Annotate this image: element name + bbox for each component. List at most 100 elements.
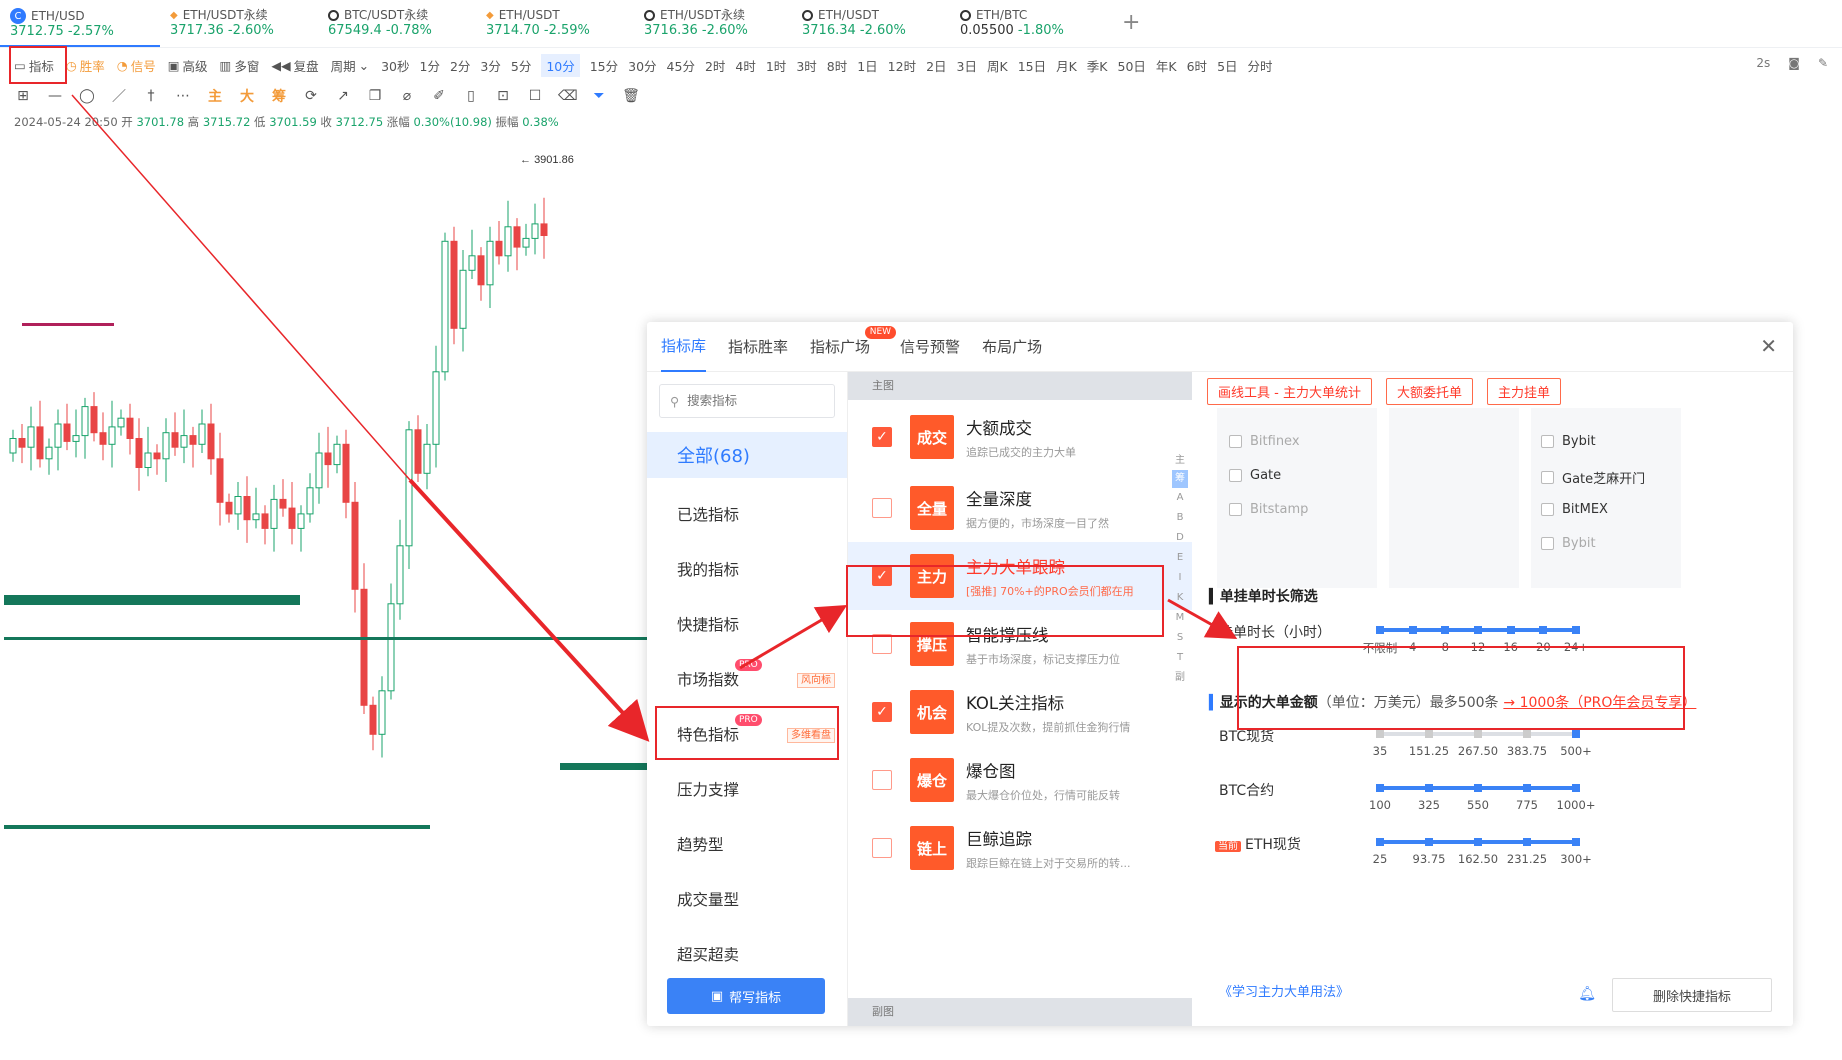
slider-stop[interactable] bbox=[1376, 730, 1384, 738]
search-input[interactable] bbox=[687, 394, 818, 408]
exchange-option[interactable]: Bybit bbox=[1541, 434, 1596, 449]
period-item[interactable]: 3分 bbox=[480, 54, 500, 77]
ticker-tab[interactable]: ◆ ETH/USDT 3714.70 -2.59% bbox=[476, 0, 634, 47]
period-item[interactable]: 8时 bbox=[827, 54, 847, 77]
camera-icon[interactable]: ◙ bbox=[1788, 56, 1800, 70]
category-item[interactable]: 特色指标 PRO 多维看盘 bbox=[647, 706, 847, 761]
exchange-checkbox[interactable] bbox=[1541, 537, 1554, 550]
period-item[interactable]: 45分 bbox=[667, 54, 695, 77]
period-item[interactable]: 30分 bbox=[628, 54, 656, 77]
hline-icon[interactable]: — bbox=[46, 88, 64, 104]
chip-main-orders[interactable]: 主力挂单 bbox=[1486, 378, 1561, 405]
exchange-option[interactable]: Gate bbox=[1229, 468, 1281, 483]
slider-stop[interactable] bbox=[1474, 784, 1482, 792]
category-item[interactable]: 已选指标 bbox=[647, 486, 847, 541]
slider-track[interactable] bbox=[1376, 784, 1580, 792]
category-item[interactable]: 成交量型 bbox=[647, 871, 847, 926]
period-item[interactable]: 15分 bbox=[590, 54, 618, 77]
slider-stop[interactable] bbox=[1425, 784, 1433, 792]
add-tab-icon[interactable]: + bbox=[1108, 0, 1154, 47]
ticker-tab[interactable]: ETH/BTC 0.05500 -1.80% bbox=[950, 0, 1108, 47]
indicator-item[interactable]: 全量 全量深度 据方便的，市场深度一目了然 bbox=[848, 474, 1192, 542]
slider-stop[interactable] bbox=[1572, 784, 1580, 792]
edit-icon[interactable]: ☐ bbox=[526, 88, 544, 104]
indicator-checkbox[interactable]: ✓ bbox=[872, 702, 892, 722]
fib-icon[interactable]: ⟳ bbox=[302, 88, 320, 104]
alpha-index-item[interactable]: 筹 bbox=[1172, 470, 1188, 488]
period-item[interactable]: 30秒 bbox=[381, 54, 409, 77]
alpha-index-item[interactable]: M bbox=[1172, 608, 1188, 628]
period-dropdown[interactable]: 周期 ⌄ bbox=[331, 56, 370, 75]
exchange-checkbox[interactable] bbox=[1229, 469, 1242, 482]
indicator-checkbox[interactable] bbox=[872, 770, 892, 790]
ruler-icon[interactable]: ⌀ bbox=[398, 88, 416, 104]
exchange-option[interactable]: Bybit bbox=[1541, 536, 1596, 551]
period-item[interactable]: 月K bbox=[1056, 54, 1077, 77]
slider-stop[interactable] bbox=[1523, 838, 1531, 846]
slider-stop[interactable] bbox=[1506, 626, 1515, 634]
slider-stop[interactable] bbox=[1441, 626, 1450, 634]
period-item[interactable]: 3日 bbox=[957, 54, 977, 77]
exchange-option[interactable]: Bitfinex bbox=[1229, 434, 1300, 449]
category-item[interactable]: 超买超卖 bbox=[647, 926, 847, 981]
signal-button[interactable]: ◔ 信号 bbox=[117, 56, 156, 75]
alpha-index-item[interactable]: D bbox=[1172, 528, 1188, 548]
pattern-icon[interactable]: ▯ bbox=[462, 88, 480, 104]
delete-shortcut-button[interactable]: 删除快捷指标 bbox=[1612, 978, 1772, 1012]
period-item[interactable]: 6时 bbox=[1187, 54, 1207, 77]
learn-link[interactable]: 《学习主力大单用法》 bbox=[1219, 981, 1349, 1000]
alpha-index-item[interactable]: E bbox=[1172, 548, 1188, 568]
period-item[interactable]: 10分 bbox=[541, 53, 580, 77]
pro-upgrade-link[interactable]: → 1000条（PRO年会员专享） bbox=[1503, 695, 1696, 711]
period-item[interactable]: 2日 bbox=[926, 54, 946, 77]
exchange-checkbox[interactable] bbox=[1541, 503, 1554, 516]
indicator-checkbox[interactable] bbox=[872, 634, 892, 654]
period-item[interactable]: 1日 bbox=[857, 54, 877, 77]
slider-stop[interactable] bbox=[1425, 730, 1433, 738]
measure-icon[interactable]: ↗ bbox=[334, 88, 352, 104]
period-item[interactable]: 5分 bbox=[511, 54, 531, 77]
refresh-interval[interactable]: 2s bbox=[1756, 56, 1770, 70]
alpha-index-item[interactable]: 主 bbox=[1172, 452, 1188, 470]
slider-stop[interactable] bbox=[1376, 626, 1384, 634]
period-item[interactable]: 2分 bbox=[450, 54, 470, 77]
tab-indicator-square[interactable]: 指标广场 NEW bbox=[810, 322, 897, 371]
indicator-checkbox[interactable]: ✓ bbox=[872, 566, 892, 586]
exchange-option[interactable]: Bitstamp bbox=[1229, 502, 1308, 517]
indicator-checkbox[interactable] bbox=[872, 838, 892, 858]
category-item[interactable]: 全部(68) bbox=[647, 432, 847, 478]
slider-track[interactable] bbox=[1376, 730, 1580, 738]
tab-layout-square[interactable]: 布局广场 bbox=[982, 322, 1042, 371]
period-item[interactable]: 分时 bbox=[1248, 54, 1273, 77]
slider-stop[interactable] bbox=[1474, 838, 1482, 846]
brush-icon[interactable]: ✐ bbox=[430, 88, 448, 104]
alpha-index-item[interactable]: A bbox=[1172, 488, 1188, 508]
slider-track[interactable] bbox=[1376, 838, 1580, 846]
slider-stop[interactable] bbox=[1408, 626, 1417, 634]
exchange-option[interactable]: BitMEX bbox=[1541, 502, 1608, 517]
period-item[interactable]: 1分 bbox=[420, 54, 440, 77]
advanced-button[interactable]: ▣ 高级 bbox=[168, 56, 208, 75]
slider-stop[interactable] bbox=[1474, 730, 1482, 738]
period-item[interactable]: 周K bbox=[987, 54, 1008, 77]
copy-icon[interactable]: ❐ bbox=[366, 88, 384, 104]
tab-signal-alert[interactable]: 信号预警 bbox=[900, 322, 960, 371]
trendline-icon[interactable]: ／ bbox=[110, 86, 128, 106]
ticker-tab[interactable]: ETH/USDT 3716.34 -2.60% bbox=[792, 0, 950, 47]
indicator-item[interactable]: 撑压 智能撑压线 基于市场深度，标记支撑压力位 bbox=[848, 610, 1192, 678]
vline-icon[interactable]: † bbox=[142, 88, 160, 104]
indicator-button[interactable]: ▭ 指标 bbox=[14, 56, 54, 75]
main-tool[interactable]: 主 bbox=[206, 86, 224, 106]
winrate-button[interactable]: ◷ 胜率 bbox=[66, 56, 105, 75]
lock-icon[interactable]: ⊡ bbox=[494, 88, 512, 104]
period-item[interactable]: 2时 bbox=[705, 54, 725, 77]
slider-stop[interactable] bbox=[1539, 626, 1548, 634]
slider-track[interactable] bbox=[1376, 626, 1580, 634]
category-item[interactable]: 快捷指标 bbox=[647, 596, 847, 651]
ellipse-icon[interactable]: ◯ bbox=[78, 88, 96, 104]
exchange-checkbox[interactable] bbox=[1229, 503, 1242, 516]
slider-stop[interactable] bbox=[1376, 838, 1384, 846]
period-item[interactable]: 季K bbox=[1087, 54, 1108, 77]
exchange-checkbox[interactable] bbox=[1229, 435, 1242, 448]
filter-icon[interactable]: ⏷ bbox=[590, 88, 608, 104]
